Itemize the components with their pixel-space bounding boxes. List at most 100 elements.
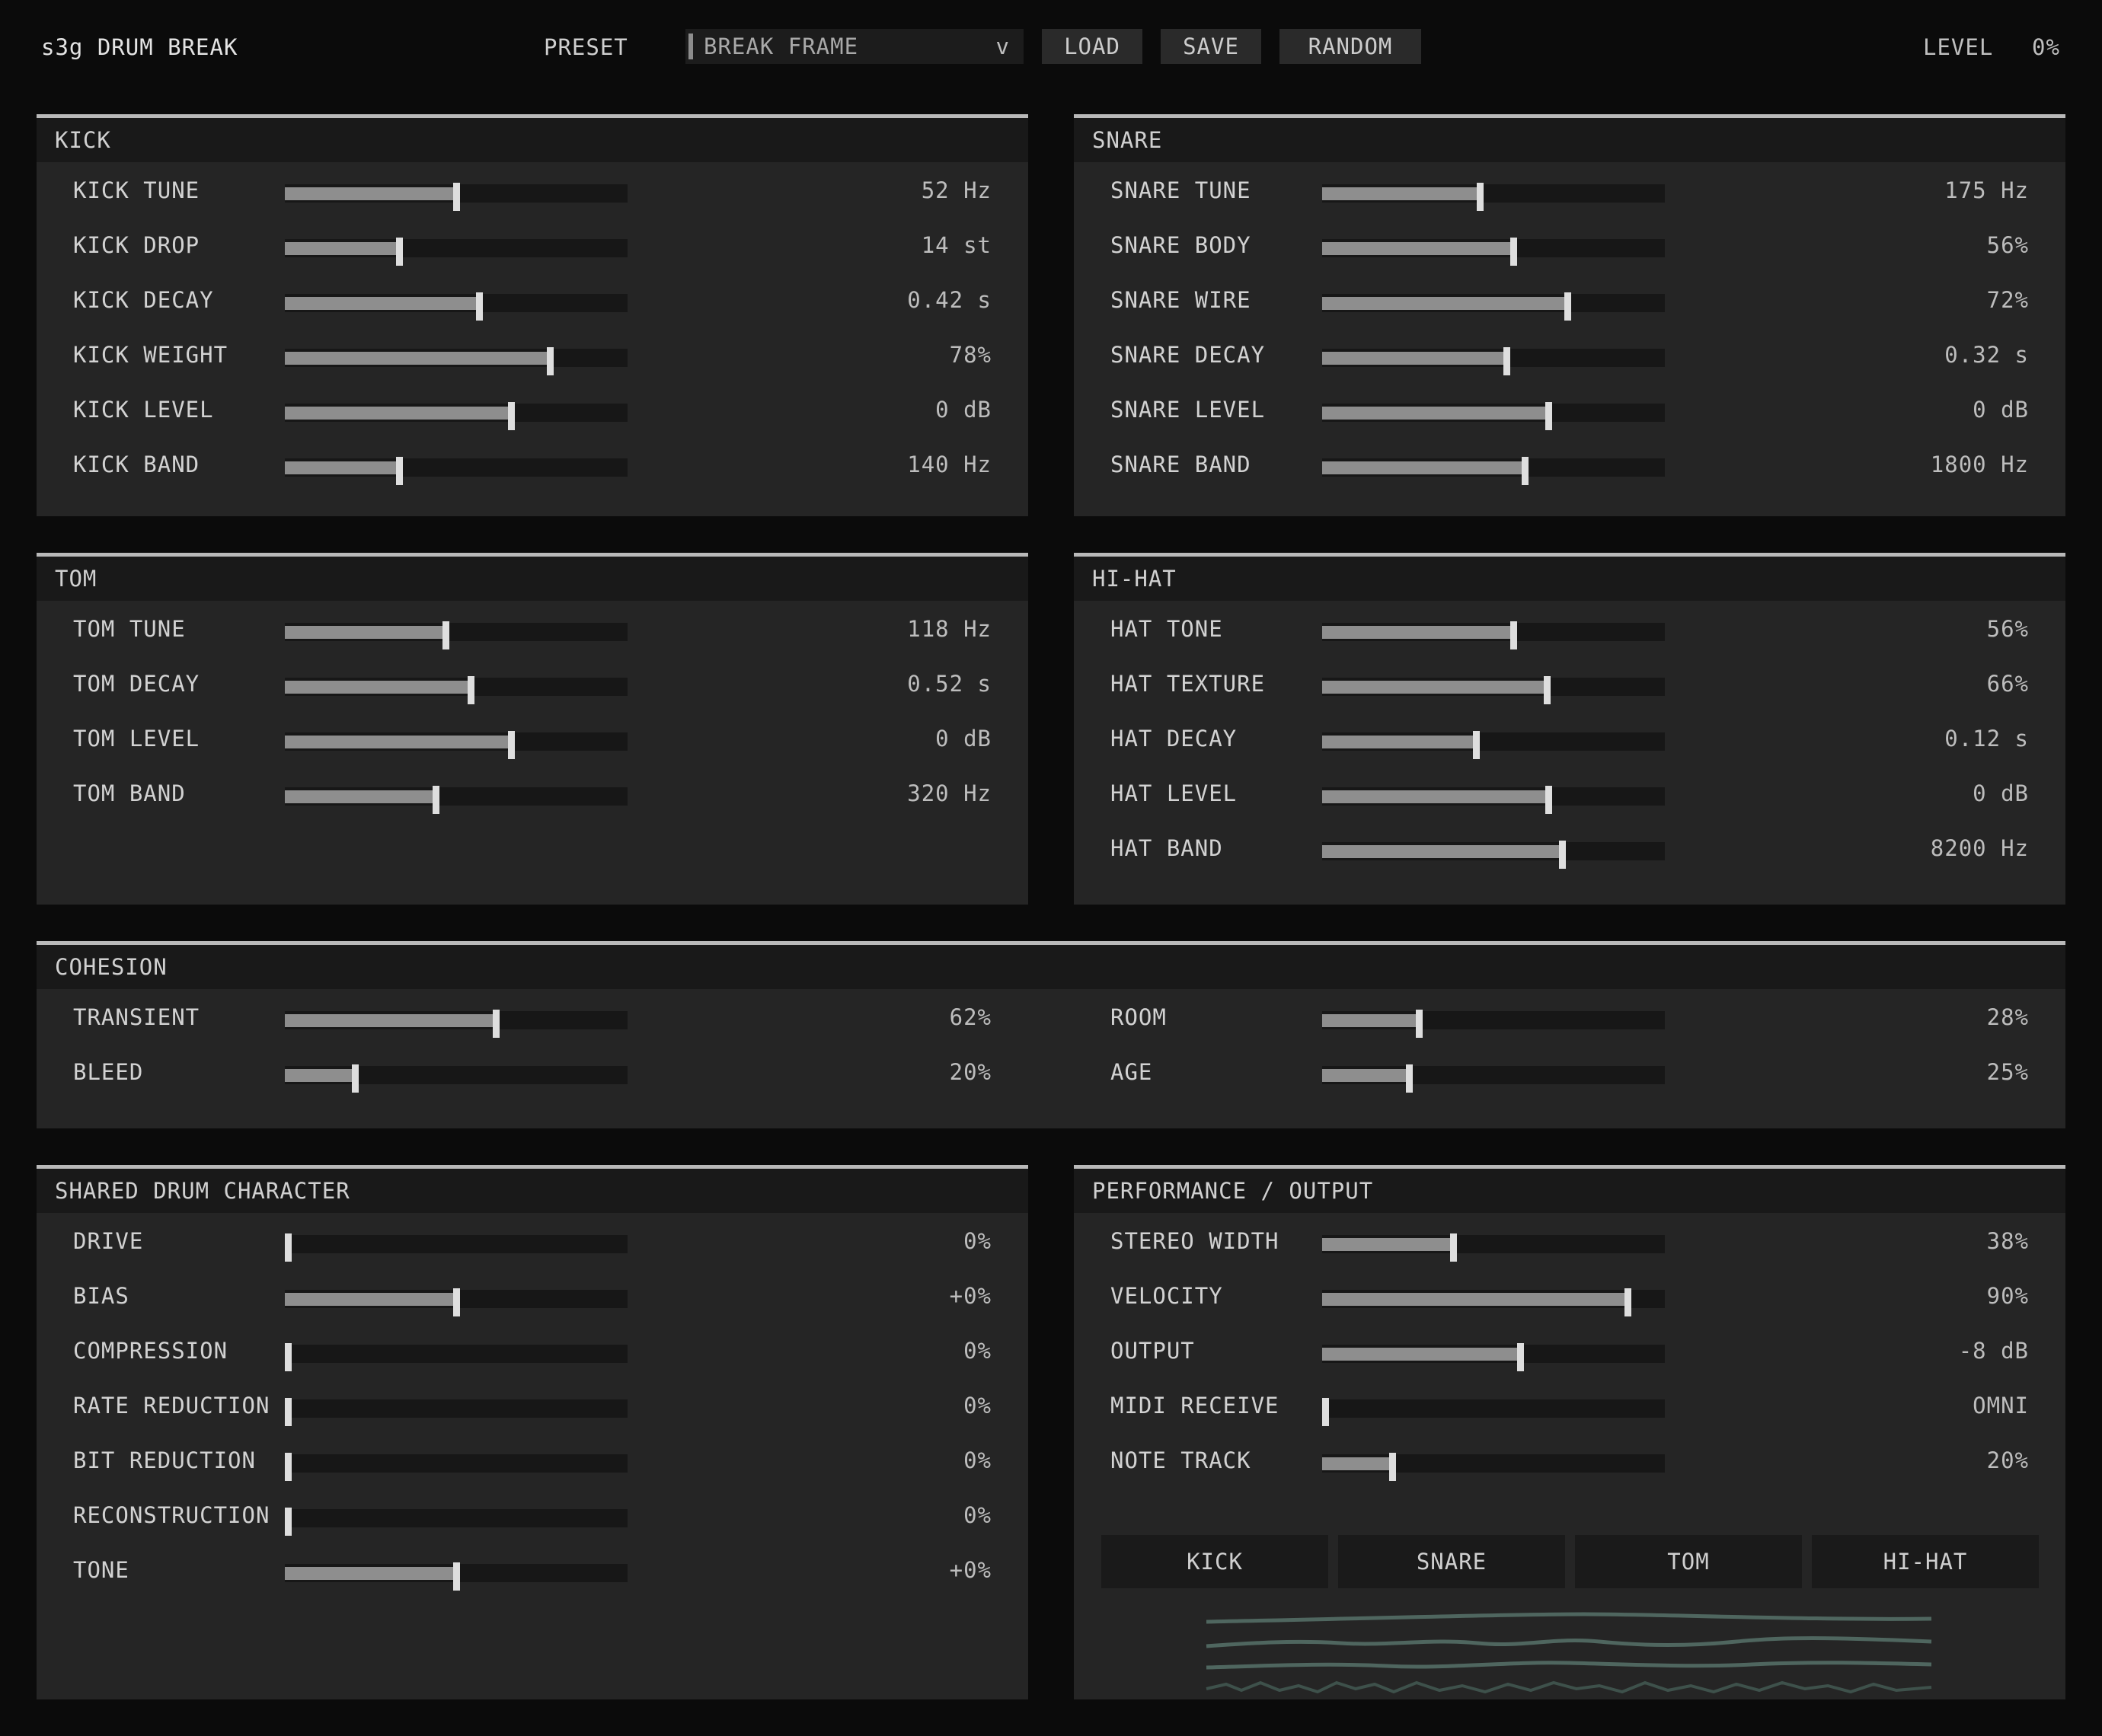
snare-body-slider[interactable]: [1322, 238, 1665, 266]
save-button[interactable]: SAVE: [1161, 29, 1261, 64]
slider-thumb[interactable]: [1517, 1343, 1524, 1371]
tom-decay-slider[interactable]: [285, 676, 628, 704]
slider-thumb[interactable]: [285, 1398, 292, 1426]
slider-thumb[interactable]: [1450, 1233, 1457, 1262]
slider-thumb[interactable]: [285, 1343, 292, 1371]
velocity-slider[interactable]: [1322, 1288, 1665, 1316]
voice-button-tom[interactable]: TOM: [1575, 1535, 1802, 1588]
snare-band-slider[interactable]: [1322, 457, 1665, 485]
slider-thumb[interactable]: [1564, 292, 1571, 321]
tom-tune-slider[interactable]: [285, 621, 628, 649]
control-value: 56%: [1986, 616, 2029, 642]
age-slider[interactable]: [1322, 1064, 1665, 1093]
control-value: 25%: [1986, 1059, 2029, 1085]
slider-fill: [1322, 461, 1525, 474]
output-slider[interactable]: [1322, 1343, 1665, 1371]
level-value: 0%: [2032, 34, 2060, 60]
kick-decay-slider[interactable]: [285, 292, 628, 321]
slider-thumb[interactable]: [468, 676, 474, 704]
kick-level-slider[interactable]: [285, 402, 628, 430]
kick-drop-slider[interactable]: [285, 238, 628, 266]
hat-texture-slider[interactable]: [1322, 676, 1665, 704]
slider-thumb[interactable]: [285, 1508, 292, 1536]
slider-thumb[interactable]: [1406, 1064, 1413, 1093]
reconstruction-slider[interactable]: [285, 1508, 628, 1536]
control-row-midi-receive: MIDI RECEIVE OMNI: [1074, 1390, 2065, 1426]
slider-thumb[interactable]: [453, 183, 460, 211]
kick-band-slider[interactable]: [285, 457, 628, 485]
tom-band-slider[interactable]: [285, 786, 628, 814]
note-track-slider[interactable]: [1322, 1453, 1665, 1481]
control-label: TOM LEVEL: [73, 726, 200, 752]
control-row-stereo-width: STEREO WIDTH 38%: [1074, 1226, 2065, 1262]
hat-decay-slider[interactable]: [1322, 731, 1665, 759]
slider-thumb[interactable]: [508, 731, 515, 759]
slider-thumb[interactable]: [453, 1288, 460, 1316]
snare-decay-slider[interactable]: [1322, 347, 1665, 375]
control-row-output: OUTPUT -8 dB: [1074, 1336, 2065, 1371]
slider-thumb[interactable]: [1624, 1288, 1631, 1316]
slider-thumb[interactable]: [508, 402, 515, 430]
slider-thumb[interactable]: [1522, 457, 1529, 485]
voice-button-hihat[interactable]: HI-HAT: [1812, 1535, 2039, 1588]
tom-level-slider[interactable]: [285, 731, 628, 759]
slider-thumb[interactable]: [1473, 731, 1480, 759]
snare-wire-slider[interactable]: [1322, 292, 1665, 321]
control-label: RECONSTRUCTION: [73, 1502, 270, 1528]
drive-slider[interactable]: [285, 1233, 628, 1262]
slider-thumb[interactable]: [1559, 841, 1566, 869]
hat-level-slider[interactable]: [1322, 786, 1665, 814]
control-row-snare-body: SNARE BODY 56%: [1074, 230, 2065, 266]
slider-thumb[interactable]: [453, 1562, 460, 1591]
snare-level-slider[interactable]: [1322, 402, 1665, 430]
random-button[interactable]: RANDOM: [1279, 29, 1421, 64]
slider-thumb[interactable]: [285, 1453, 292, 1481]
kick-tune-slider[interactable]: [285, 183, 628, 211]
control-value: 72%: [1986, 287, 2029, 313]
control-value: OMNI: [1973, 1393, 2029, 1418]
kick-weight-slider[interactable]: [285, 347, 628, 375]
control-label: TONE: [73, 1557, 129, 1583]
slider-fill: [285, 297, 479, 310]
control-row-tom-band: TOM BAND 320 Hz: [37, 778, 1028, 814]
slider-thumb[interactable]: [285, 1233, 292, 1262]
hat-tone-slider[interactable]: [1322, 621, 1665, 649]
slider-thumb[interactable]: [1416, 1010, 1423, 1038]
slider-thumb[interactable]: [1510, 238, 1517, 266]
voice-button-kick[interactable]: KICK: [1101, 1535, 1328, 1588]
load-button[interactable]: LOAD: [1042, 29, 1142, 64]
slider-fill: [1322, 626, 1513, 639]
slider-thumb[interactable]: [1544, 676, 1551, 704]
control-row-hat-band: HAT BAND 8200 Hz: [1074, 833, 2065, 869]
voice-button-snare[interactable]: SNARE: [1338, 1535, 1565, 1588]
stereo-width-slider[interactable]: [1322, 1233, 1665, 1262]
slider-thumb[interactable]: [1503, 347, 1510, 375]
slider-thumb[interactable]: [476, 292, 483, 321]
slider-thumb[interactable]: [1322, 1398, 1329, 1426]
slider-thumb[interactable]: [396, 457, 403, 485]
preset-dropdown[interactable]: BREAK FRAME v: [685, 29, 1024, 64]
slider-thumb[interactable]: [1510, 621, 1517, 649]
bias-slider[interactable]: [285, 1288, 628, 1316]
slider-thumb[interactable]: [396, 238, 403, 266]
control-label: BIAS: [73, 1283, 129, 1309]
compression-slider[interactable]: [285, 1343, 628, 1371]
slider-thumb[interactable]: [547, 347, 554, 375]
snare-tune-slider[interactable]: [1322, 183, 1665, 211]
rate-reduction-slider[interactable]: [285, 1398, 628, 1426]
slider-fill: [1322, 790, 1548, 803]
slider-thumb[interactable]: [442, 621, 449, 649]
hat-band-slider[interactable]: [1322, 841, 1665, 869]
slider-thumb[interactable]: [1545, 402, 1552, 430]
slider-thumb[interactable]: [1477, 183, 1484, 211]
slider-thumb[interactable]: [433, 786, 439, 814]
control-label: SNARE TUNE: [1110, 177, 1251, 203]
slider-thumb[interactable]: [1389, 1453, 1396, 1481]
midi-receive-slider[interactable]: [1322, 1398, 1665, 1426]
bit-reduction-slider[interactable]: [285, 1453, 628, 1481]
room-slider[interactable]: [1322, 1010, 1665, 1038]
control-row-kick-level: KICK LEVEL 0 dB: [37, 394, 1028, 430]
control-row-kick-drop: KICK DROP 14 st: [37, 230, 1028, 266]
tone-slider[interactable]: [285, 1562, 628, 1591]
slider-thumb[interactable]: [1545, 786, 1552, 814]
